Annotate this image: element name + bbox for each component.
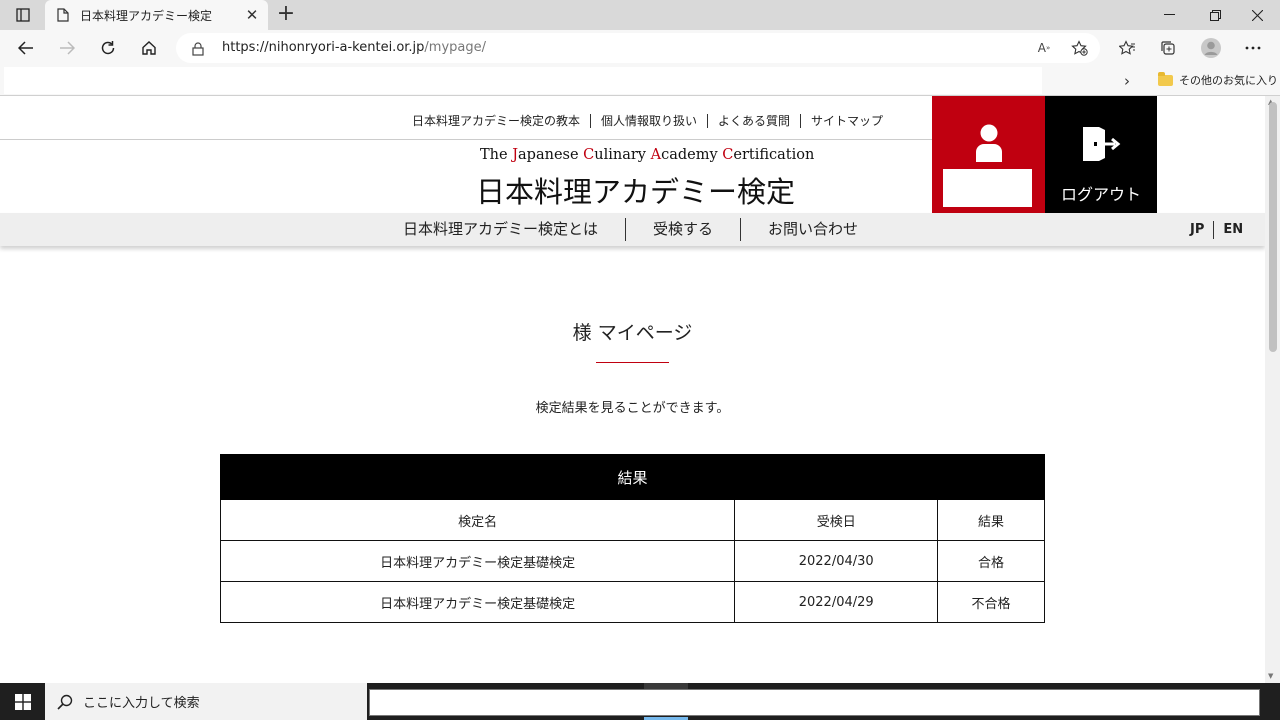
table-header-row: 検定名 受検日 結果 [219, 499, 1045, 541]
other-favorites-folder[interactable]: その他のお気に入り [1158, 71, 1278, 88]
taskbar-search-placeholder: ここに入力して検索 [83, 696, 200, 711]
collections-icon[interactable] [1153, 34, 1183, 62]
site-logo-japanese[interactable]: 日本料理アカデミー検定 [476, 169, 795, 211]
lead-text: 検定結果を見ることができます。 [535, 401, 730, 416]
lang-en[interactable]: EN [1213, 221, 1252, 239]
url-path: /mypage/ [424, 40, 487, 55]
back-icon[interactable] [11, 34, 41, 62]
logo-initial: C [583, 147, 595, 163]
read-aloud-icon[interactable]: A» [1034, 38, 1054, 58]
results-table: 結果 検定名 受検日 結果 日本料理アカデミー検定基礎検定 2022/04/30… [219, 454, 1045, 623]
title-underline [596, 362, 669, 363]
chevron-right-icon[interactable]: › [1124, 72, 1130, 90]
lang-jp[interactable]: JP [1181, 221, 1213, 239]
user-icon [976, 124, 1002, 162]
folder-icon [1158, 71, 1173, 86]
tab-title: 日本料理アカデミー検定 [80, 8, 213, 23]
top-link-sitemap[interactable]: サイトマップ [800, 114, 893, 128]
favorites-bar-empty [4, 67, 1042, 94]
windows-start-icon[interactable] [0, 683, 45, 720]
cell-exam-name: 日本料理アカデミー検定基礎検定 [219, 540, 736, 582]
nav-about[interactable]: 日本料理アカデミー検定とは [388, 218, 625, 241]
user-name-box [943, 169, 1032, 207]
nav-apply[interactable]: 受検する [625, 218, 740, 241]
scroll-down-icon[interactable]: ▼ [1268, 672, 1273, 680]
favorites-bar: › その他のお気に入り [0, 66, 1280, 96]
cell-exam-date: 2022/04/30 [734, 540, 939, 582]
page-icon [55, 7, 71, 23]
url-domain: https://nihonryori-a-kentei.or.jp [222, 40, 425, 55]
table-row: 日本料理アカデミー検定基礎検定 2022/04/30 合格 [219, 540, 1045, 582]
table-caption-row: 結果 [220, 454, 1045, 500]
top-links: 日本料理アカデミー検定の教本 個人情報取り扱い よくある質問 サイトマップ [412, 114, 893, 128]
refresh-icon[interactable] [93, 34, 123, 62]
header-divider [0, 139, 932, 140]
table-caption: 結果 [220, 454, 1045, 500]
logo-part: The [480, 147, 513, 163]
logo-initial: A [650, 147, 662, 163]
page-viewport: 日本料理アカデミー検定の教本 個人情報取り扱い よくある質問 サイトマップ Th… [0, 96, 1265, 683]
cell-result: 合格 [937, 540, 1045, 582]
logo-part: cademy [661, 147, 723, 163]
lock-icon[interactable] [192, 41, 206, 56]
table-row: 日本料理アカデミー検定基礎検定 2022/04/29 不合格 [219, 581, 1045, 623]
close-window-icon[interactable] [1234, 0, 1280, 30]
home-icon[interactable] [134, 34, 164, 62]
profile-avatar-icon[interactable] [1196, 34, 1226, 62]
browser-toolbar: https://nihonryori-a-kentei.or.jp/mypage… [0, 30, 1280, 66]
language-switcher: JP EN [1181, 221, 1252, 239]
logout-label: ログアウト [1060, 185, 1141, 204]
page-scrollbar[interactable]: ▲ ▼ [1265, 96, 1280, 683]
browser-tab[interactable]: 日本料理アカデミー検定 ✕ [45, 0, 268, 30]
top-link-privacy[interactable]: 個人情報取り扱い [590, 114, 707, 128]
minimize-icon[interactable] [1146, 0, 1192, 30]
mypage-button[interactable] [932, 96, 1045, 213]
site-logo-english[interactable]: The Japanese Culinary Academy Certificat… [480, 147, 814, 163]
nav-contact[interactable]: お問い合わせ [740, 218, 885, 241]
header-exam-name: 検定名 [219, 499, 736, 541]
logo-part: apanese [518, 147, 584, 163]
browser-tab-strip: 日本料理アカデミー検定 ✕ + [0, 0, 1280, 30]
logout-button[interactable]: ログアウト [1045, 96, 1157, 213]
other-favorites-label: その他のお気に入り [1179, 74, 1278, 87]
new-tab-button[interactable]: + [274, 3, 298, 26]
close-tab-icon[interactable]: ✕ [244, 7, 260, 23]
add-favorite-icon[interactable] [1069, 38, 1089, 58]
header-result: 結果 [937, 499, 1045, 541]
cell-result: 不合格 [937, 581, 1045, 623]
cell-exam-date: 2022/04/29 [734, 581, 939, 623]
cell-exam-name: 日本料理アカデミー検定基礎検定 [219, 581, 736, 623]
top-link-faq[interactable]: よくある質問 [707, 114, 800, 128]
logo-initial: C [722, 147, 734, 163]
top-link-textbook[interactable]: 日本料理アカデミー検定の教本 [412, 114, 590, 128]
favorites-icon[interactable] [1112, 34, 1142, 62]
address-bar[interactable]: https://nihonryori-a-kentei.or.jp/mypage… [176, 33, 1100, 63]
logout-door-icon [1083, 127, 1121, 161]
tab-actions-icon[interactable] [8, 4, 38, 26]
more-menu-icon[interactable] [1238, 34, 1268, 62]
page-title: 様 マイページ [572, 322, 693, 344]
logo-part: ertification [733, 147, 815, 163]
search-icon [57, 694, 73, 710]
taskbar-search[interactable]: ここに入力して検索 [45, 683, 367, 720]
restore-icon[interactable] [1192, 0, 1238, 30]
url-text[interactable]: https://nihonryori-a-kentei.or.jp/mypage… [222, 40, 486, 55]
windows-taskbar: ここに入力して検索 [0, 683, 1280, 720]
global-nav: 日本料理アカデミー検定とは 受検する お問い合わせ JP EN [0, 213, 1265, 246]
scrollbar-thumb[interactable] [1269, 102, 1277, 352]
header-exam-date: 受検日 [734, 499, 939, 541]
taskbar-input-field[interactable] [369, 689, 1260, 716]
logo-part: ulinary [594, 147, 651, 163]
forward-icon[interactable] [52, 34, 82, 62]
